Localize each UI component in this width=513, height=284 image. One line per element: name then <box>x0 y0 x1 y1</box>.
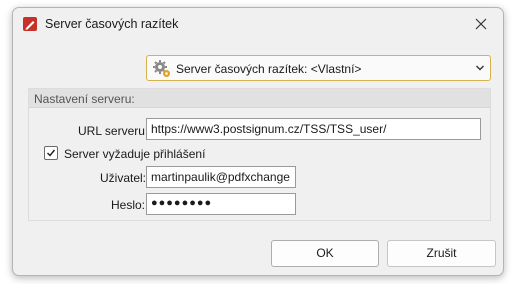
window-title: Server časových razítek <box>45 17 179 31</box>
username-input[interactable]: martinpaulik@pdfxchange <box>146 166 296 188</box>
group-title: Nastavení serveru: <box>34 92 135 106</box>
timestamp-server-dialog: Server časových razítek Server časových … <box>12 7 504 276</box>
pdf-editor-app-icon <box>23 17 37 31</box>
auth-required-label[interactable]: Server vyžaduje přihlášení <box>64 147 205 161</box>
close-button[interactable] <box>459 8 503 40</box>
title-bar: Server časových razítek <box>13 8 503 40</box>
user-label: Uživatel: <box>100 171 147 185</box>
password-input[interactable]: ●●●●●●●● <box>146 193 296 215</box>
chevron-down-icon <box>476 65 484 71</box>
close-icon <box>475 18 487 30</box>
selected-profile-text: Server časových razítek: <Vlastní> <box>176 62 362 76</box>
url-input[interactable]: https://www3.postsignum.cz/TSS/TSS_user/ <box>146 118 481 140</box>
cancel-button[interactable]: Zrušit <box>387 240 496 267</box>
gear-icon <box>152 59 172 79</box>
group-header: Nastavení serveru: <box>29 89 490 108</box>
auth-required-checkbox[interactable] <box>44 146 58 160</box>
password-label: Heslo: <box>111 198 146 212</box>
url-label: URL serveru: <box>78 124 149 138</box>
server-profile-dropdown[interactable]: Server časových razítek: <Vlastní> <box>146 55 491 81</box>
ok-button[interactable]: OK <box>271 240 379 267</box>
checkmark-icon <box>47 149 56 157</box>
